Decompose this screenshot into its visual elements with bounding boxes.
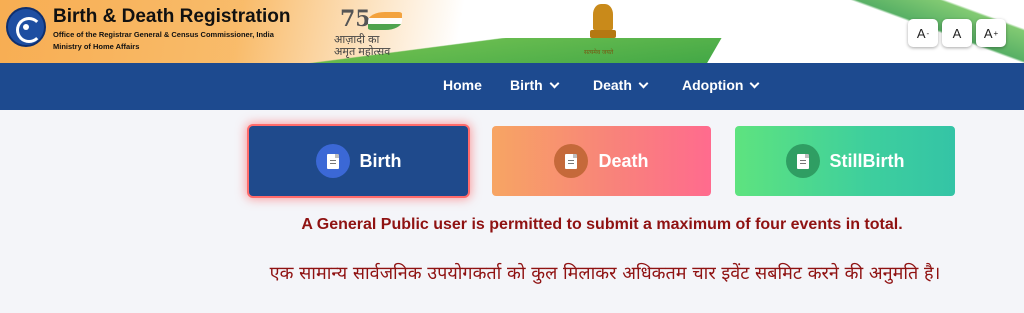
document-icon bbox=[315, 144, 350, 178]
notice-hindi: एक सामान्य सार्वजनिक उपयोगकर्ता को कुल म… bbox=[269, 263, 941, 284]
stillbirth-card-button[interactable]: StillBirth bbox=[735, 126, 955, 196]
font-decrease-sup: - bbox=[926, 28, 930, 38]
emblem-base bbox=[590, 30, 616, 38]
font-increase-button[interactable]: A + bbox=[976, 19, 1006, 47]
azadi-text-line2: अमृत महोत्सव bbox=[334, 46, 391, 58]
emblem-lions bbox=[593, 4, 613, 30]
nav-death-label: Death bbox=[593, 77, 632, 93]
document-icon bbox=[785, 144, 820, 178]
nav-home-label: Home bbox=[443, 77, 482, 93]
chevron-down-icon bbox=[749, 78, 760, 88]
chevron-down-icon bbox=[638, 78, 649, 88]
document-icon bbox=[554, 144, 589, 178]
notice-english: A General Public user is permitted to su… bbox=[301, 216, 903, 233]
stillbirth-card-label: StillBirth bbox=[829, 150, 905, 171]
font-increase-label: A bbox=[983, 25, 993, 41]
nav-adoption-label: Adoption bbox=[682, 77, 744, 93]
font-normal-label: A bbox=[952, 25, 962, 41]
birth-card-label: Birth bbox=[359, 150, 402, 171]
header-green-stripe bbox=[138, 38, 722, 63]
nav-adoption-dropdown[interactable]: Adoption bbox=[682, 77, 760, 93]
chevron-down-icon bbox=[549, 78, 560, 88]
azadi-number: 75 bbox=[340, 6, 371, 32]
font-increase-sup: + bbox=[993, 28, 999, 38]
death-card-button[interactable]: Death bbox=[492, 126, 711, 196]
site-subtitle: Office of the Registrar General & Census… bbox=[53, 30, 274, 39]
nav-birth-label: Birth bbox=[510, 77, 543, 93]
site-header: Birth & Death Registration Office of the… bbox=[0, 0, 1024, 63]
birth-card-button[interactable]: Birth bbox=[249, 126, 468, 196]
site-title[interactable]: Birth & Death Registration bbox=[53, 6, 291, 28]
emblem-motto: सत्यमेव जयते bbox=[584, 50, 614, 56]
nav-birth-dropdown[interactable]: Birth bbox=[510, 77, 560, 93]
ministry-name: Ministry of Home Affairs bbox=[53, 42, 140, 51]
nav-home[interactable]: Home bbox=[443, 77, 482, 93]
nav-death-dropdown[interactable]: Death bbox=[593, 77, 649, 93]
tricolor-flag-icon bbox=[368, 12, 402, 30]
crs-logo-icon[interactable] bbox=[6, 7, 46, 47]
font-normal-button[interactable]: A bbox=[942, 19, 972, 47]
national-emblem-icon: सत्यमेव जयते bbox=[584, 4, 618, 58]
font-decrease-button[interactable]: A- bbox=[908, 19, 938, 47]
death-card-label: Death bbox=[598, 150, 649, 171]
azadi-ka-amrit-mahotsav-logo: 75 आज़ादी का अमृत महोत्सव bbox=[334, 6, 414, 58]
main-navbar: Home Birth Death Adoption bbox=[0, 63, 1024, 110]
font-decrease-label: A bbox=[916, 25, 926, 41]
